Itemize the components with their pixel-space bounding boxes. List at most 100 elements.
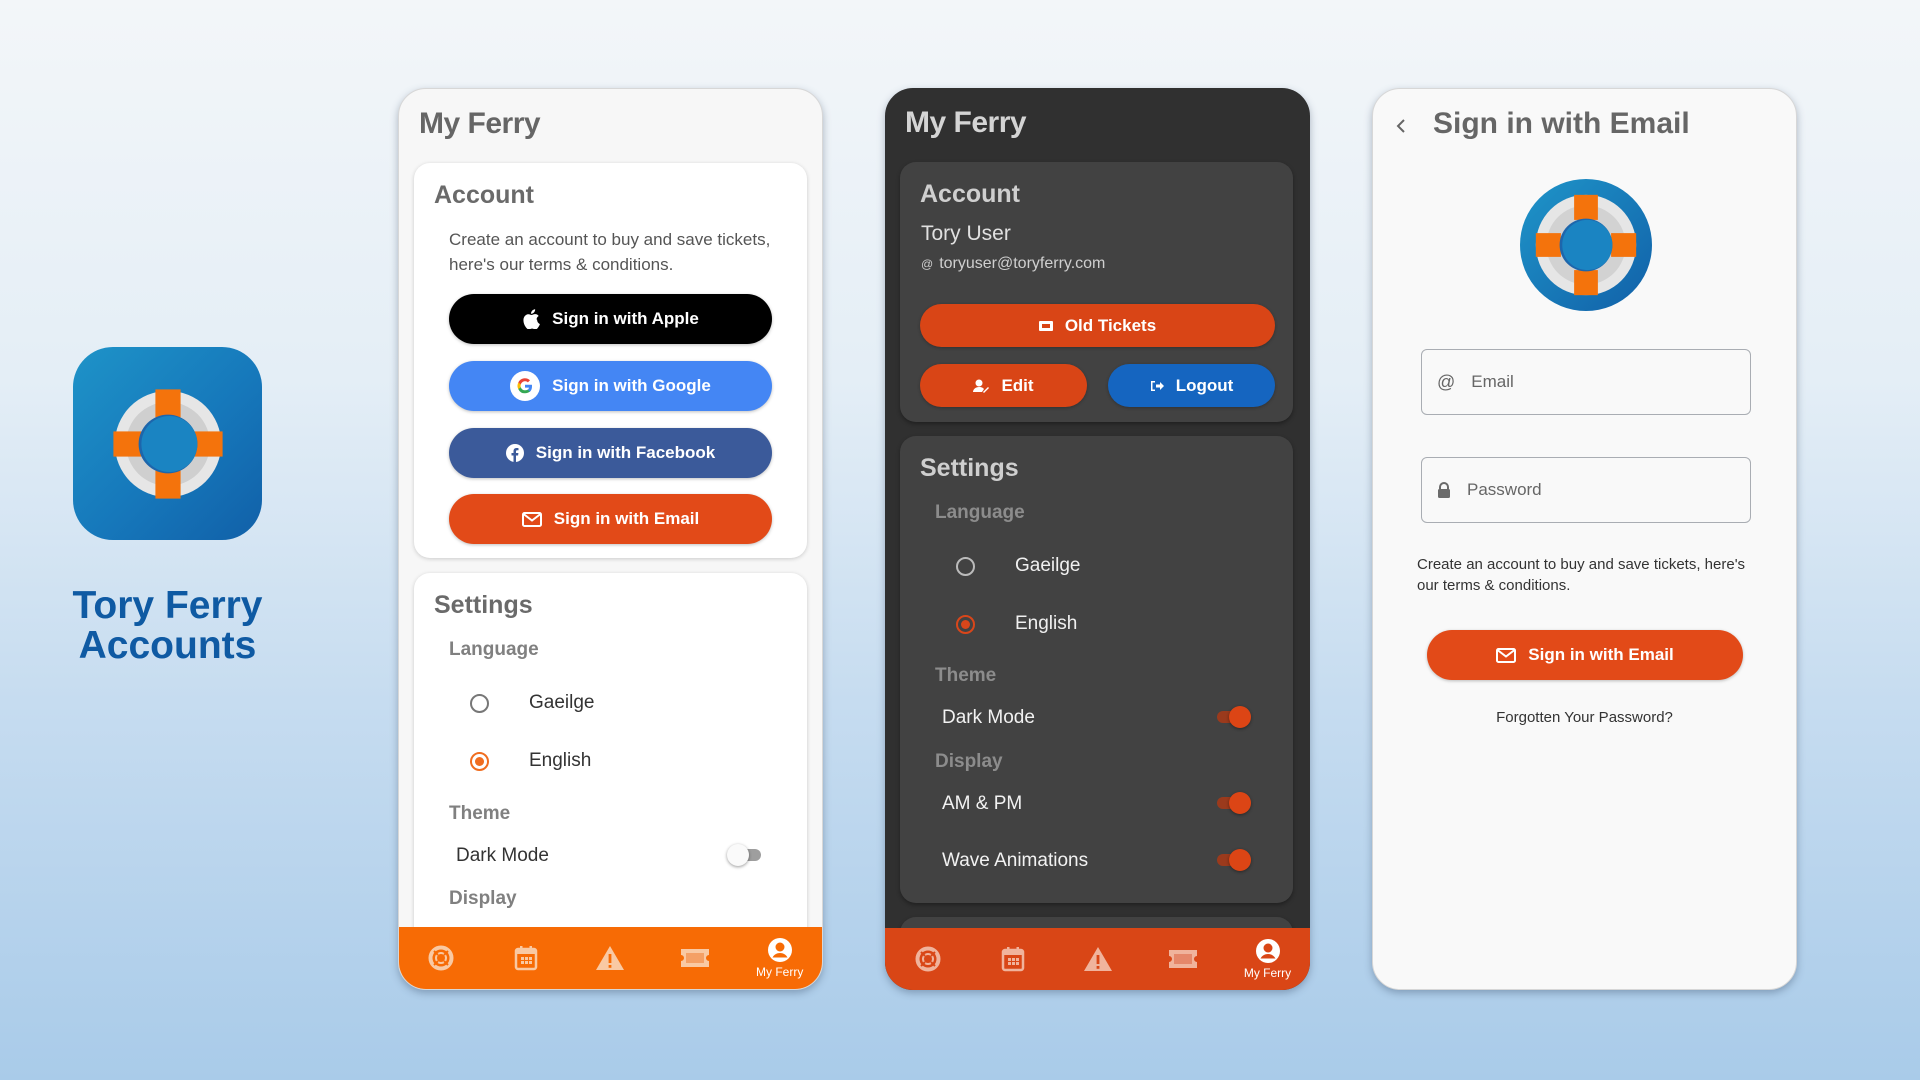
old-tickets-button[interactable]: Old Tickets [920,304,1275,347]
user-email-row: @ toryuser@toryferry.com [921,255,1105,273]
lifebuoy-icon [915,946,940,972]
dark-mode-label: Dark Mode [942,707,1035,728]
nav-item-alerts[interactable] [1055,928,1140,990]
sign-in-email-label: Sign in with Email [1528,645,1674,664]
radio-button[interactable] [956,556,975,576]
settings-heading: Settings [434,591,533,619]
nav-item-label: My Ferry [756,965,804,979]
dark-mode-row: Dark Mode [456,844,776,867]
dark-mode-screen: My Ferry Account Tory User @ toryuser@to… [885,88,1310,990]
sign-in-email-screen: Sign in with Email @ Create an account t… [1372,88,1797,990]
nav-item-tickets[interactable] [1140,928,1225,990]
email-input[interactable] [1471,372,1732,392]
dark-mode-label: Dark Mode [456,845,549,866]
wave-animations-row: Wave Animations [942,849,1262,872]
nav-item-label: My Ferry [1243,966,1292,980]
envelope-icon [521,511,542,527]
display-label: Display [935,751,1003,772]
forgot-password-link[interactable]: Forgotten Your Password? [1373,709,1796,726]
nav-item-sailings[interactable] [885,928,970,990]
account-description: Create an account to buy and save ticket… [449,230,771,274]
calendar-icon [514,946,538,971]
brand-title-line2: Accounts [78,624,257,667]
light-mode-screen: My Ferry Account Create an account to bu… [398,88,823,990]
radio-button[interactable] [470,693,489,713]
bottom-nav: My Ferry [885,928,1310,990]
am-pm-row: AM & PM [942,792,1262,815]
language-option-gaeilge[interactable]: Gaeilge [956,555,1081,577]
envelope-icon [1496,647,1517,663]
account-card: Account Create an account to buy and sav… [414,163,807,558]
language-option-gaeilge[interactable]: Gaeilge [470,692,595,714]
account-card: Account Tory User @ toryuser@toryferry.c… [900,162,1293,422]
dark-mode-toggle[interactable] [1213,706,1251,728]
dark-mode-toggle[interactable] [727,844,765,866]
language-option-label: English [529,750,592,771]
logout-button[interactable]: Logout [1108,364,1275,407]
ticket-icon [1168,950,1197,968]
settings-card: Settings Language Gaeilge English Theme … [900,436,1293,903]
logout-label: Logout [1175,375,1234,395]
sign-in-apple-label: Sign in with Apple [552,309,699,328]
sign-in-email-button[interactable]: Sign in with Email [1427,630,1743,680]
language-option-label: Gaeilge [529,692,595,713]
at-icon: @ [921,257,934,271]
nav-item-timetable[interactable] [970,928,1055,990]
display-label: Display [449,888,517,909]
app-icon [73,347,262,540]
email-field[interactable]: @ [1421,349,1751,415]
password-input[interactable] [1467,480,1727,500]
page-title: My Ferry [905,106,1027,139]
ticket-icon [1038,320,1053,331]
google-icon [510,371,541,401]
sign-in-facebook-button[interactable]: Sign in with Facebook [449,428,772,478]
theme-label: Theme [449,803,511,824]
nav-item-my-ferry[interactable]: My Ferry [737,927,822,989]
sign-in-apple-button[interactable]: Sign in with Apple [449,294,772,344]
user-circle-icon [1255,939,1280,963]
wave-animations-toggle[interactable] [1213,849,1251,871]
radio-button-selected[interactable] [470,751,489,771]
nav-item-my-ferry[interactable]: My Ferry [1225,928,1310,990]
am-pm-label: AM & PM [942,793,1023,814]
language-option-english[interactable]: English [956,613,1077,635]
sign-in-email-button[interactable]: Sign in with Email [449,494,772,544]
theme-label: Theme [935,665,997,686]
nav-item-timetable[interactable] [484,927,569,989]
language-label: Language [935,502,1025,523]
nav-item-alerts[interactable] [568,927,653,989]
lifebuoy-icon [428,945,454,971]
nav-item-sailings[interactable] [399,927,484,989]
toggle-thumb [727,844,749,866]
am-pm-toggle[interactable] [1213,792,1251,814]
page-title: Sign in with Email [1433,107,1690,140]
user-email: toryuser@toryferry.com [939,255,1106,272]
user-edit-icon [973,379,990,393]
settings-heading: Settings [920,454,1019,482]
page-title: My Ferry [419,107,541,140]
chevron-left-icon [1396,119,1405,133]
password-field[interactable] [1421,457,1751,523]
warning-icon [1083,947,1112,971]
lock-icon [1438,481,1450,498]
language-option-label: English [1015,613,1078,634]
warning-icon [596,946,625,970]
edit-button[interactable]: Edit [920,364,1087,407]
old-tickets-label: Old Tickets [1064,315,1157,335]
edit-label: Edit [1001,375,1034,395]
language-option-english[interactable]: English [470,750,591,772]
brand-title-line1: Tory Ferry [72,584,263,627]
user-circle-icon [767,938,792,962]
sign-in-email-label: Sign in with Email [553,509,700,528]
toggle-thumb [1229,706,1251,728]
sign-in-google-label: Sign in with Google [552,376,711,395]
wave-animations-label: Wave Animations [942,850,1089,871]
back-button[interactable] [1395,117,1407,140]
lifebuoy-icon [112,388,223,499]
logout-icon [1150,380,1164,392]
facebook-icon [505,444,524,462]
radio-button-selected[interactable] [956,614,975,634]
sign-in-google-button[interactable]: Sign in with Google [449,361,772,411]
at-icon: @ [1437,371,1456,392]
nav-item-tickets[interactable] [653,927,738,989]
